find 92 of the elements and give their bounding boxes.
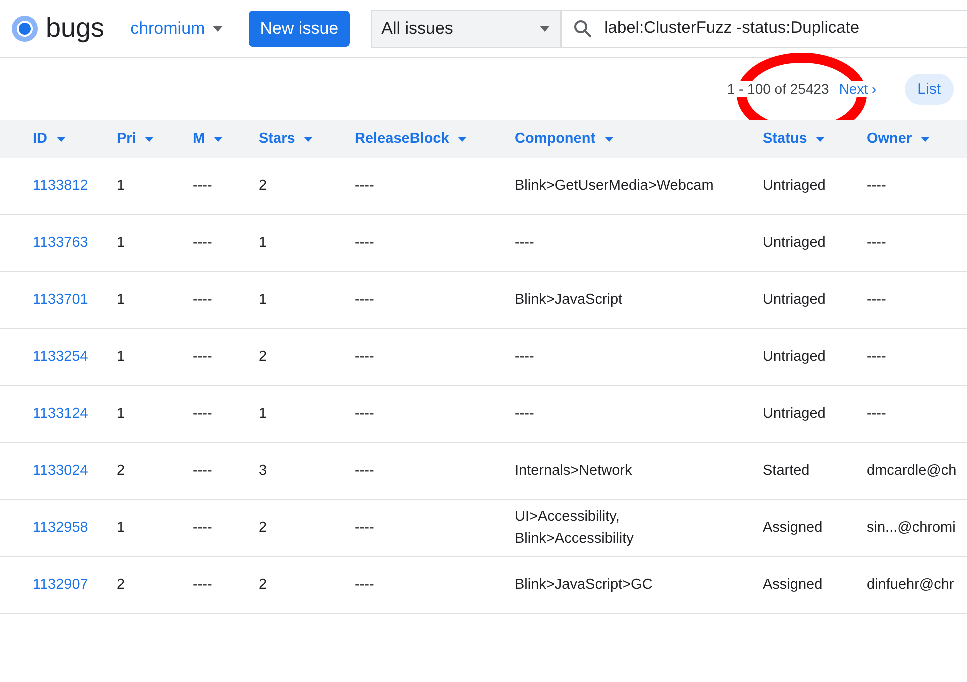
column-header[interactable]: Stars (259, 131, 355, 147)
table-cell: ---- (193, 406, 212, 422)
column-header[interactable]: Owner (867, 131, 967, 147)
table-cell: 2 (117, 463, 126, 479)
table-cell: 1 (259, 235, 268, 251)
table-cell: ---- (515, 406, 534, 422)
result-count: 1 - 100 of 25423 (727, 81, 830, 97)
table-cell: ---- (193, 463, 212, 479)
table-cell: 3 (259, 463, 268, 479)
table-cell: ---- (355, 463, 374, 479)
table-cell: 2 (259, 520, 268, 536)
sort-caret-icon (816, 136, 826, 142)
table-cell: 1 (259, 406, 268, 422)
table-cell: 1 (117, 349, 126, 365)
issue-id-link[interactable]: 1132958 (33, 520, 88, 536)
next-link[interactable]: Next › (839, 81, 877, 97)
table-cell: ---- (193, 235, 212, 251)
table-cell: 1 (259, 292, 268, 308)
issue-id-link[interactable]: 1133124 (33, 406, 88, 422)
table-cell: Assigned (763, 577, 823, 593)
sort-caret-icon (458, 136, 468, 142)
table-cell: Untriaged (763, 349, 826, 365)
issue-id-link[interactable]: 1133701 (33, 292, 88, 308)
search-field[interactable]: label:ClusterFuzz -status:Duplicate (560, 10, 967, 48)
new-issue-button[interactable]: New issue (249, 10, 350, 46)
table-cell: sin...@chromi (867, 520, 956, 536)
table-cell: UI>Accessibility, Blink>Accessibility (515, 509, 634, 547)
table-cell: 1 (117, 235, 126, 251)
column-header[interactable]: Component (515, 131, 763, 147)
sort-caret-icon (145, 136, 154, 142)
logo-icon (11, 14, 39, 42)
table-cell: dmcardle@ch (867, 463, 957, 479)
table-cell: ---- (355, 349, 374, 365)
table-cell: ---- (355, 406, 374, 422)
table-cell: ---- (355, 235, 374, 251)
table-cell: Blink>GetUserMedia>Webcam (515, 178, 714, 194)
issue-id-link[interactable]: 1132907 (33, 577, 88, 593)
table-cell: 1 (117, 520, 126, 536)
sort-caret-icon (304, 136, 314, 142)
issue-id-link[interactable]: 1133254 (33, 349, 88, 365)
sort-caret-icon (921, 136, 930, 142)
sort-caret-icon (604, 136, 614, 142)
table-cell: ---- (867, 292, 886, 308)
table-cell: Untriaged (763, 406, 826, 422)
column-header[interactable]: ID (33, 131, 117, 147)
issue-id-link[interactable]: 1133763 (33, 235, 88, 251)
table-cell: dinfuehr@chr (867, 577, 954, 593)
caret-icon (540, 26, 550, 32)
table-cell: 1 (117, 406, 126, 422)
table-cell: Untriaged (763, 292, 826, 308)
table-cell: ---- (193, 520, 212, 536)
table-cell: Internals>Network (515, 463, 632, 479)
table-cell: Untriaged (763, 235, 826, 251)
project-dropdown[interactable]: chromium (130, 18, 224, 38)
table-cell: 2 (259, 178, 268, 194)
table-cell: Assigned (763, 520, 823, 536)
table-cell: ---- (355, 520, 374, 536)
table-cell: ---- (867, 235, 886, 251)
search-icon (574, 20, 592, 38)
table-cell: Blink>JavaScript>GC (515, 577, 653, 593)
table-cell: ---- (515, 235, 534, 251)
column-header[interactable]: M (193, 131, 259, 147)
table-cell: ---- (193, 292, 212, 308)
table-cell: 2 (259, 349, 268, 365)
column-header[interactable]: Status (763, 131, 867, 147)
app-name: bugs (46, 13, 105, 44)
table-cell: ---- (193, 178, 212, 194)
table-cell: 2 (259, 577, 268, 593)
table-cell: ---- (193, 349, 212, 365)
sort-caret-icon (214, 136, 224, 142)
table-cell: 2 (117, 577, 126, 593)
sort-caret-icon (56, 136, 66, 142)
table-cell: Started (763, 463, 810, 479)
table-cell: Blink>JavaScript (515, 292, 623, 308)
column-header[interactable]: ReleaseBlock (355, 131, 515, 147)
table-cell: 1 (117, 292, 126, 308)
issue-id-link[interactable]: 1133812 (33, 178, 88, 194)
column-header[interactable]: Pri (117, 131, 193, 147)
table-cell: 1 (117, 178, 126, 194)
table-cell: ---- (193, 577, 212, 593)
list-view-button[interactable]: List (904, 74, 954, 104)
issue-id-link[interactable]: 1133024 (33, 463, 88, 479)
table-cell: ---- (355, 178, 374, 194)
table-cell: ---- (355, 292, 374, 308)
caret-icon (213, 26, 224, 32)
table-cell: ---- (867, 178, 886, 194)
table-cell: ---- (867, 349, 886, 365)
table-cell: Untriaged (763, 178, 826, 194)
scope-select[interactable]: All issues (370, 10, 561, 48)
table-cell: ---- (355, 577, 374, 593)
table-cell: ---- (867, 406, 886, 422)
table-cell: ---- (515, 349, 534, 365)
